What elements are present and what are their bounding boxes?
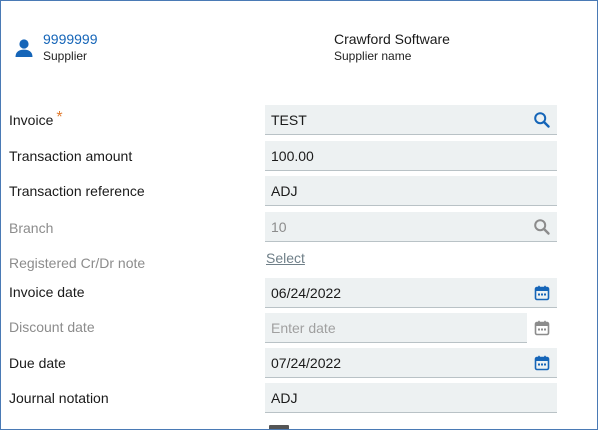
- invoice-search-button[interactable]: [527, 105, 557, 135]
- invoice-date-label: Invoice date: [9, 284, 85, 300]
- due-date-input[interactable]: 07/24/2022: [265, 348, 527, 378]
- invoice-date-input[interactable]: 06/24/2022: [265, 278, 527, 308]
- discount-date-picker-button: [527, 313, 557, 343]
- supplier-name-block: Crawford Software Supplier name: [334, 31, 450, 64]
- invoice-input[interactable]: TEST: [265, 105, 527, 135]
- supplier-name-label: Supplier name: [334, 49, 412, 63]
- branch-input: 10: [265, 212, 527, 242]
- supplier-label: Supplier: [43, 49, 88, 63]
- journal-notation-label: Journal notation: [9, 390, 109, 406]
- supplier-invoice-form: 9999999 Supplier Crawford Software Suppl…: [0, 0, 598, 430]
- discount-date-label: Discount date: [9, 319, 95, 335]
- transaction-reference-input[interactable]: ADJ: [265, 176, 557, 206]
- registered-note-label: Registered Cr/Dr note: [9, 255, 146, 271]
- supplier-header: 9999999 Supplier: [13, 31, 98, 64]
- invoice-label: Invoice *: [9, 109, 63, 130]
- branch-label: Branch: [9, 220, 54, 236]
- person-icon: [15, 39, 33, 57]
- invoice-label-text: Invoice: [9, 112, 54, 128]
- transaction-reference-label: Transaction reference: [9, 183, 145, 199]
- due-date-picker-button[interactable]: [527, 348, 557, 378]
- calendar-icon: [534, 320, 550, 336]
- branch-search-button: [527, 212, 557, 242]
- calendar-icon: [534, 355, 550, 370]
- due-date-label: Due date: [9, 355, 66, 371]
- supplier-name: Crawford Software: [334, 31, 450, 47]
- invoice-date-picker-button[interactable]: [527, 278, 557, 308]
- transaction-amount-label: Transaction amount: [9, 148, 133, 164]
- transaction-amount-input[interactable]: 100.00: [265, 141, 557, 171]
- discount-date-input: Enter date: [265, 313, 527, 343]
- partial-checkbox[interactable]: [269, 425, 289, 429]
- required-mark: *: [56, 109, 63, 126]
- search-icon: [534, 111, 550, 128]
- search-icon: [534, 218, 550, 235]
- registered-note-select-link[interactable]: Select: [266, 250, 305, 266]
- supplier-id-link[interactable]: 9999999: [43, 31, 98, 48]
- calendar-icon: [534, 285, 550, 300]
- journal-notation-input[interactable]: ADJ: [265, 383, 557, 413]
